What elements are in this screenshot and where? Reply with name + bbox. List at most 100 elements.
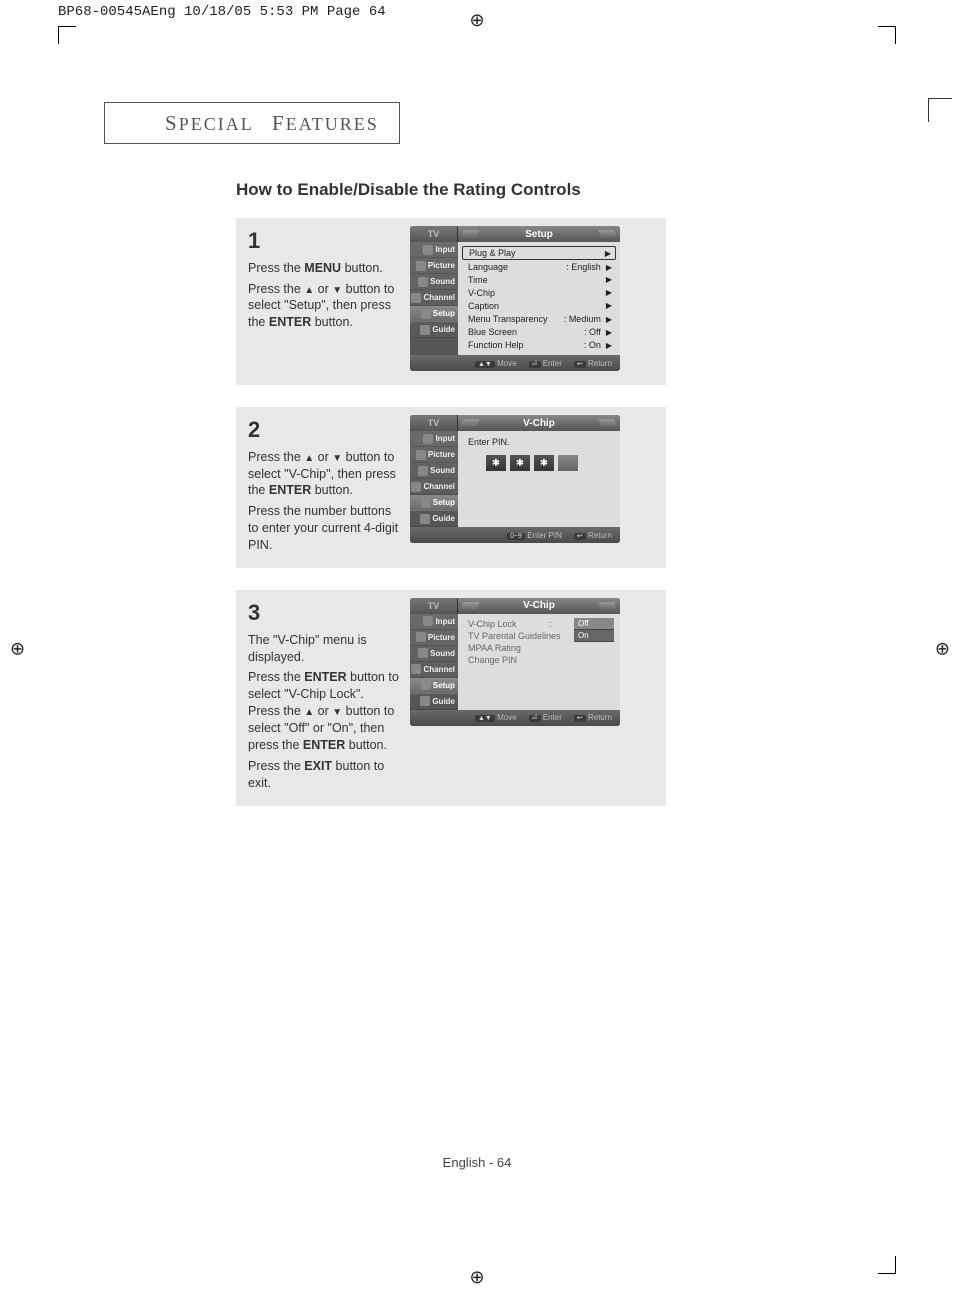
- down-triangle-icon: ▼: [332, 285, 342, 296]
- pin-prompt: Enter PIN.: [462, 435, 616, 449]
- up-triangle-icon: ▲: [304, 453, 314, 464]
- return-icon: ↩: [574, 361, 586, 368]
- picture-icon: [416, 261, 426, 271]
- osd-side-channel: Channel: [410, 479, 458, 495]
- pin-digit: ✱: [534, 455, 554, 471]
- setup-icon: [421, 309, 431, 319]
- pin-digit-empty: [558, 455, 578, 471]
- crop-corner: [58, 26, 76, 44]
- section-title: SPECIAL FEATURES: [165, 111, 379, 136]
- step-number: 1: [248, 226, 400, 256]
- menu-row: Plug & Play▶: [462, 246, 616, 260]
- arrow-right-icon: ▶: [606, 288, 612, 297]
- pin-digit: ✱: [510, 455, 530, 471]
- osd-tv-label: TV: [410, 598, 458, 614]
- up-triangle-icon: ▲: [304, 285, 314, 296]
- osd-side-picture: Picture: [410, 447, 458, 463]
- instruction-line: Press the number buttons to enter your c…: [248, 503, 400, 554]
- menu-row: Time▶: [462, 273, 616, 286]
- up-triangle-icon: ▲: [304, 707, 314, 718]
- osd-main-panel: Plug & Play▶ Language: English ▶ Time▶ V…: [458, 242, 620, 355]
- osd-sidebar: Input Picture Sound Channel Setup Guide: [410, 614, 458, 710]
- osd-side-guide: Guide: [410, 511, 458, 527]
- picture-icon: [416, 450, 426, 460]
- osd-screenshot-3: TV V-Chip Input Picture Sound Channel Se…: [410, 598, 620, 792]
- osd-footer: ▲▼ Move ⏎ Enter ↩ Return: [410, 355, 620, 371]
- menu-row: Language: English ▶: [462, 260, 616, 273]
- step-number: 3: [248, 598, 400, 628]
- osd-title: Setup: [458, 226, 620, 242]
- osd-side-input: Input: [410, 614, 458, 630]
- menu-row: Change PIN: [462, 654, 616, 666]
- instruction-line: Press the ▲ or ▼ button to select "V-Chi…: [248, 449, 400, 500]
- input-icon: [423, 245, 433, 255]
- pin-digit: ✱: [486, 455, 506, 471]
- registration-mark-right: ⊕: [935, 639, 950, 660]
- down-triangle-icon: ▼: [332, 453, 342, 464]
- sound-icon: [418, 277, 428, 287]
- down-triangle-icon: ▼: [332, 707, 342, 718]
- crop-corner: [878, 26, 896, 44]
- osd-tv-label: TV: [410, 226, 458, 242]
- osd-tv-label: TV: [410, 415, 458, 431]
- step-2: 2 Press the ▲ or ▼ button to select "V-C…: [236, 407, 666, 568]
- onoff-dropdown: Off On: [574, 618, 614, 642]
- instruction-line: Press the MENU button.: [248, 260, 400, 277]
- arrow-right-icon: ▶: [606, 275, 612, 284]
- return-icon: ↩: [574, 533, 586, 540]
- osd-screenshot-2: TV V-Chip Input Picture Sound Channel Se…: [410, 415, 620, 554]
- osd-side-picture: Picture: [410, 258, 458, 274]
- guide-icon: [420, 514, 430, 524]
- updown-icon: ▲▼: [475, 715, 495, 722]
- numpad-icon: 0~9: [507, 533, 525, 540]
- step-text: 3 The "V-Chip" menu is displayed. Press …: [248, 598, 410, 792]
- instruction-line: The "V-Chip" menu is displayed.: [248, 632, 400, 666]
- osd-title: V-Chip: [458, 415, 620, 431]
- osd-side-channel: Channel: [410, 662, 458, 678]
- input-icon: [423, 434, 433, 444]
- section-title-part: PECIAL: [179, 114, 253, 134]
- crop-corner: [928, 98, 952, 122]
- menu-row: V-Chip▶: [462, 286, 616, 299]
- instruction-line: Press the EXIT button to exit.: [248, 758, 400, 792]
- setup-icon: [421, 680, 431, 690]
- osd-side-channel: Channel: [410, 290, 458, 306]
- enter-icon: ⏎: [529, 715, 541, 722]
- option-on: On: [574, 630, 614, 642]
- osd-side-guide: Guide: [410, 694, 458, 710]
- pin-boxes: ✱ ✱ ✱: [486, 455, 616, 471]
- registration-mark-bottom: ⊕: [469, 1267, 484, 1288]
- page-footer: English - 64: [58, 1155, 896, 1170]
- step-text: 2 Press the ▲ or ▼ button to select "V-C…: [248, 415, 410, 554]
- osd-sidebar: Input Picture Sound Channel Setup Guide: [410, 242, 458, 355]
- menu-row: Menu Transparency: Medium ▶: [462, 312, 616, 325]
- return-icon: ↩: [574, 715, 586, 722]
- osd-side-setup: Setup: [410, 306, 458, 322]
- osd-title: V-Chip: [458, 598, 620, 614]
- instruction-line: Press the ▲ or ▼ button to select "Off" …: [248, 703, 400, 754]
- channel-icon: [411, 293, 421, 303]
- menu-row: MPAA Rating: [462, 642, 616, 654]
- osd-main-panel: V-Chip Lock : TV Parental Guidelines MPA…: [458, 614, 620, 710]
- input-icon: [423, 616, 433, 626]
- step-3: 3 The "V-Chip" menu is displayed. Press …: [236, 590, 666, 806]
- arrow-right-icon: ▶: [606, 328, 612, 337]
- sound-icon: [418, 648, 428, 658]
- arrow-right-icon: ▶: [606, 263, 612, 272]
- step-text: 1 Press the MENU button. Press the ▲ or …: [248, 226, 410, 371]
- osd-side-picture: Picture: [410, 630, 458, 646]
- osd-screenshot-1: TV Setup Input Picture Sound Channel Set…: [410, 226, 620, 371]
- section-title-part: EATURES: [286, 114, 379, 134]
- enter-icon: ⏎: [529, 361, 541, 368]
- instruction-line: Press the ENTER button to select "V-Chip…: [248, 669, 400, 703]
- step-1: 1 Press the MENU button. Press the ▲ or …: [236, 218, 666, 385]
- menu-row: Blue Screen: Off ▶: [462, 325, 616, 338]
- osd-side-setup: Setup: [410, 678, 458, 694]
- menu-row: Caption▶: [462, 299, 616, 312]
- osd-footer: 0~9 Enter PIN ↩ Return: [410, 527, 620, 543]
- arrow-right-icon: ▶: [606, 341, 612, 350]
- section-header-box: SPECIAL FEATURES: [104, 102, 400, 144]
- arrow-right-icon: ▶: [606, 301, 612, 310]
- registration-mark-left: ⊕: [10, 639, 25, 660]
- page-content: SPECIAL FEATURES How to Enable/Disable t…: [58, 44, 896, 1254]
